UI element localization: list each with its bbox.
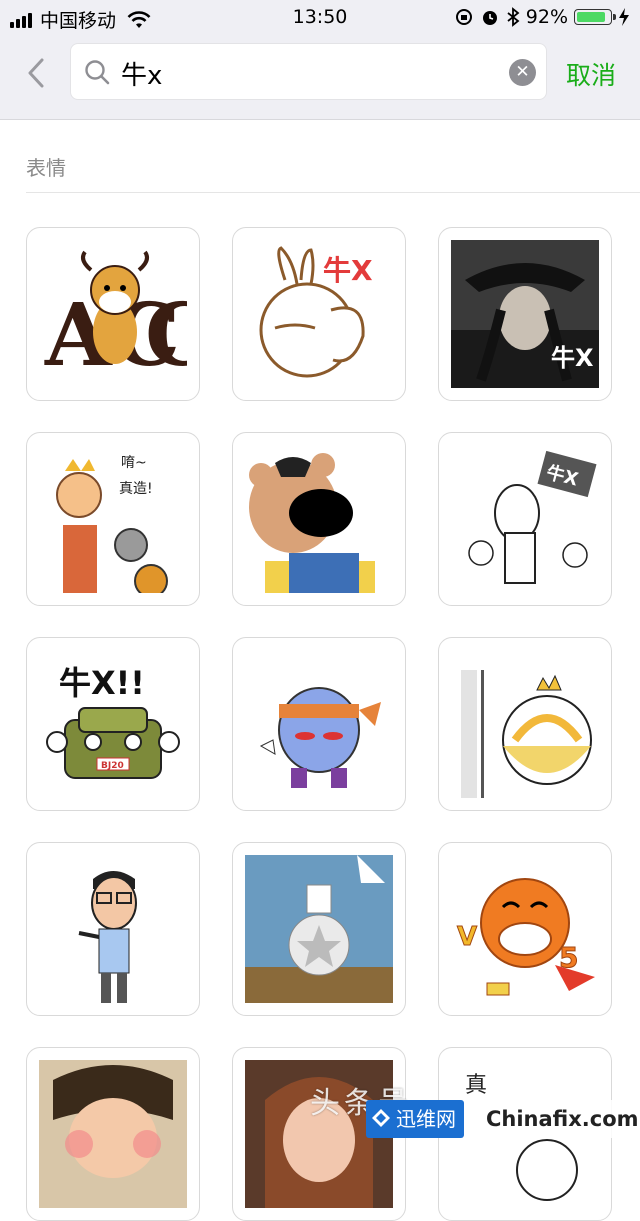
alarm-icon bbox=[482, 11, 497, 25]
watermark-site: Chinafix.com bbox=[480, 1100, 640, 1138]
sticker-orange-v5[interactable]: V 5 bbox=[438, 842, 612, 1016]
sticker-llama-sign[interactable]: 牛X bbox=[438, 432, 612, 606]
sticker-bear-overalls[interactable] bbox=[232, 432, 406, 606]
battery-level bbox=[577, 12, 605, 22]
status-right: 92% bbox=[454, 6, 630, 28]
sticker-rabbit-facepalm[interactable]: 牛X bbox=[232, 227, 406, 401]
glasses-man-illustration bbox=[78, 871, 137, 1003]
battery-percent: 92% bbox=[525, 6, 568, 28]
battery-icon bbox=[574, 9, 616, 25]
section-title: 表情 bbox=[26, 156, 66, 180]
plate-label: BJ20 bbox=[101, 761, 124, 771]
bear-illustration bbox=[249, 453, 375, 593]
sticker-crown-ball[interactable] bbox=[438, 637, 612, 811]
orange-v5-illustration: V 5 bbox=[457, 878, 595, 996]
balloon-bust-photo bbox=[245, 855, 393, 1003]
svg-text:V: V bbox=[457, 922, 477, 952]
monk-illustration: 唷~ 真造! bbox=[56, 455, 168, 593]
sticker-pirate-photo[interactable]: 牛X bbox=[438, 227, 612, 401]
sticker-caption: 牛X bbox=[551, 344, 594, 372]
pirate-photo: 牛X bbox=[451, 240, 599, 388]
sticker-balloon-bust[interactable] bbox=[232, 842, 406, 1016]
clear-icon[interactable]: ✕ bbox=[509, 59, 536, 86]
charging-icon bbox=[619, 8, 629, 26]
suv-illustration: 牛X!! BJ20 bbox=[46, 664, 180, 779]
orientation-lock-icon bbox=[455, 9, 472, 25]
llama-illustration: 牛X bbox=[468, 450, 597, 584]
ninja-illustration bbox=[259, 687, 381, 788]
chinafix-logo-icon bbox=[372, 1109, 390, 1127]
sticker-caption: 牛X bbox=[323, 254, 373, 287]
watermark-logo-text: 迅维网 bbox=[396, 1107, 456, 1131]
search-bar: ✕ 取消 bbox=[0, 36, 640, 120]
crown-ball-illustration bbox=[461, 670, 592, 798]
search-input[interactable] bbox=[119, 52, 503, 94]
sticker-suv-thumbs-up[interactable]: 牛X!! BJ20 bbox=[26, 637, 200, 811]
divider bbox=[26, 192, 640, 193]
watermark: 头条号 迅维网 Chinafix.com bbox=[310, 1076, 640, 1138]
search-icon bbox=[85, 60, 110, 85]
cow-abc-illustration: AC C bbox=[44, 250, 187, 386]
girl-photo bbox=[39, 1060, 187, 1208]
back-chevron-icon[interactable] bbox=[20, 56, 54, 90]
search-field[interactable]: ✕ bbox=[70, 43, 547, 100]
watermark-logo: 迅维网 bbox=[366, 1100, 464, 1138]
status-bar: 中国移动 13:50 92% bbox=[0, 0, 640, 36]
sticker-monk-lifting[interactable]: 唷~ 真造! bbox=[26, 432, 200, 606]
bluetooth-icon bbox=[507, 7, 520, 27]
svg-text:C: C bbox=[145, 285, 187, 386]
sticker-glasses-man[interactable] bbox=[26, 842, 200, 1016]
sticker-cow-abc[interactable]: AC C bbox=[26, 227, 200, 401]
cancel-button[interactable]: 取消 bbox=[566, 56, 616, 92]
svg-text:唷~: 唷~ bbox=[121, 455, 147, 471]
sticker-ninja-blob[interactable] bbox=[232, 637, 406, 811]
sticker-girl-photo[interactable] bbox=[26, 1047, 200, 1221]
svg-text:真造!: 真造! bbox=[119, 481, 153, 497]
sticker-caption: 牛X!! bbox=[59, 664, 145, 702]
rabbit-illustration: 牛X bbox=[259, 246, 373, 378]
